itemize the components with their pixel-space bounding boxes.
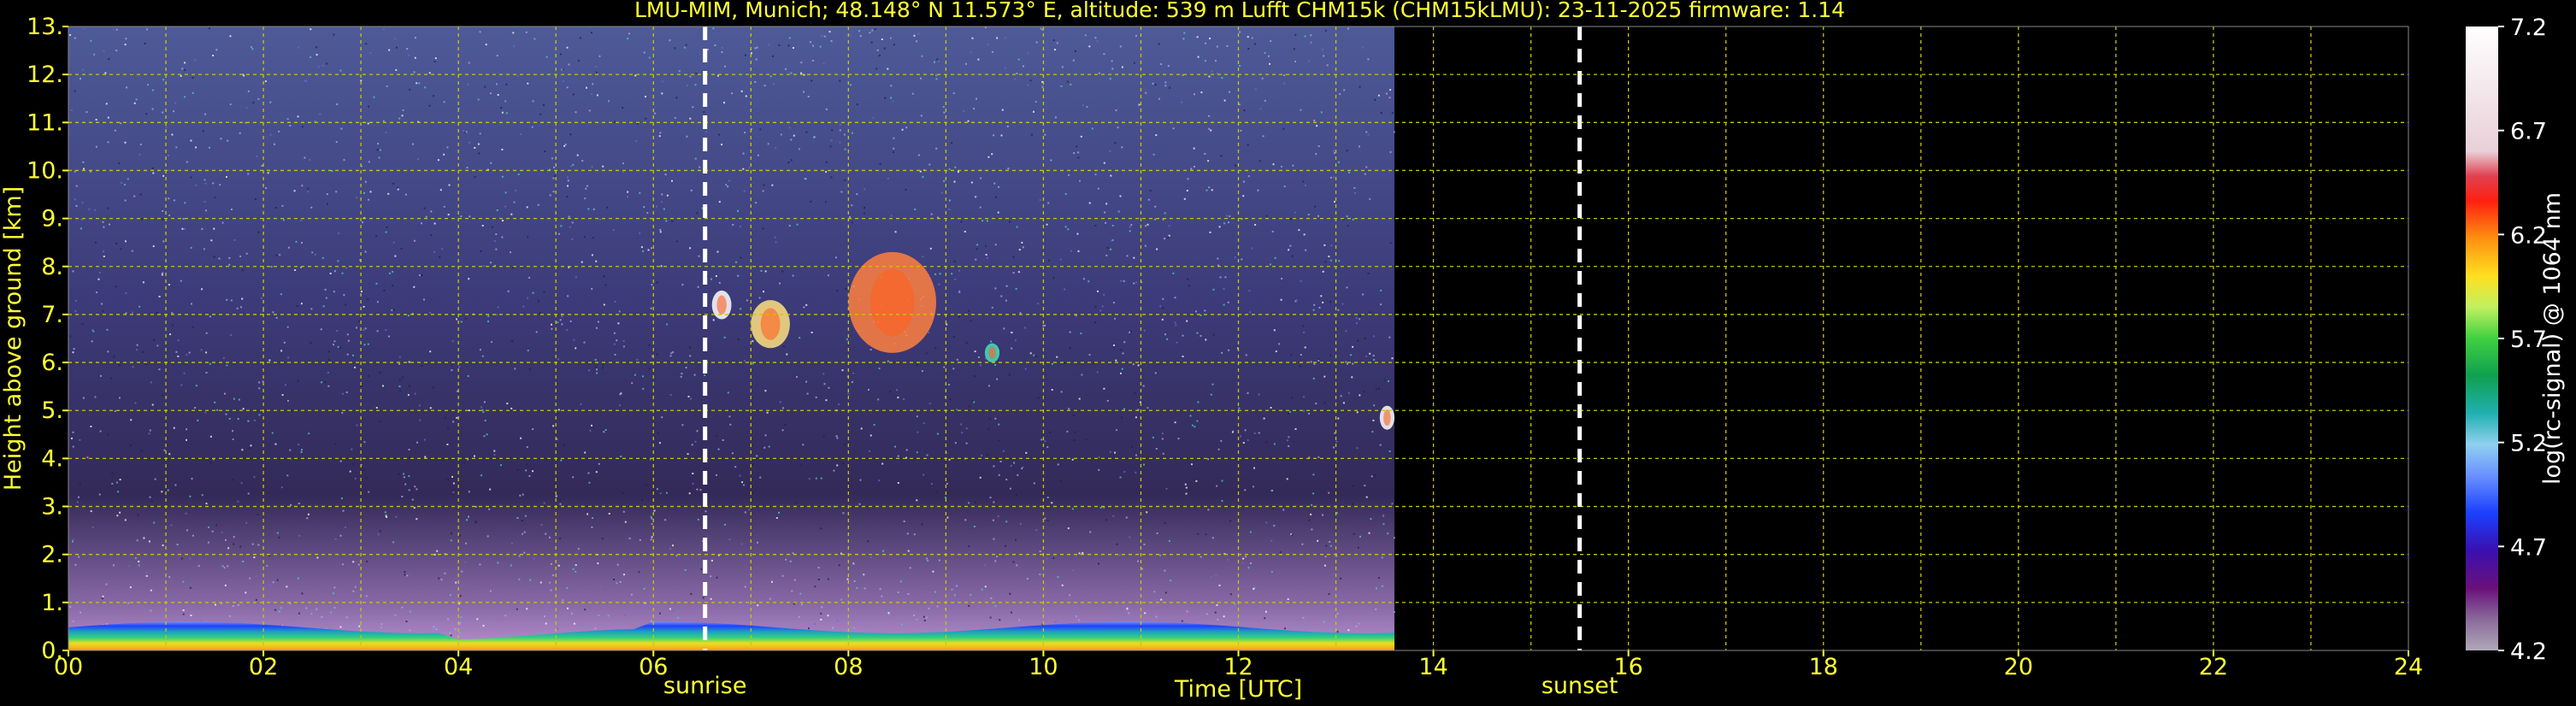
cloud-core [760, 308, 781, 340]
colorbar-tick-label: 6.7 [2510, 119, 2547, 145]
y-tick-label: 11. [27, 109, 63, 136]
y-tick-label: 2. [41, 542, 63, 568]
y-tick-label: 12. [27, 62, 63, 88]
y-tick-label: 6. [41, 350, 63, 376]
y-axis-label: Height above ground [km] [0, 186, 27, 491]
y-axis-ticks: 0. 1. 2. 3. 4. 5. 6. 7. 8. 9. 10. 11. 12. 13. [27, 14, 68, 664]
colorbar-label: log(rc-signal) @ 1064 nm [2539, 192, 2566, 485]
y-tick-label: 13. [27, 14, 63, 40]
y-tick-label: 7. [41, 302, 63, 328]
y-tick-label: 10. [27, 157, 63, 184]
colorbar-tick-label: 4.2 [2510, 638, 2547, 665]
x-tick-label: 08 [834, 654, 863, 680]
y-tick-label: 1. [41, 590, 63, 616]
y-tick-label: 0. [41, 638, 63, 664]
boundary-layer [68, 621, 1394, 650]
colorbar: 4.24.75.25.76.26.77.2 log(rc-signal) @ 1… [2466, 15, 2566, 665]
y-tick-label: 5. [41, 397, 63, 424]
x-axis-label: Time [UTC] [1174, 676, 1302, 703]
signal-noise-region [68, 26, 1394, 650]
y-tick-label: 3. [41, 494, 63, 521]
sunset-label: sunset [1541, 673, 1618, 699]
cloud-core [869, 268, 915, 337]
x-tick-label: 18 [1809, 654, 1838, 680]
cloud-core [1383, 409, 1391, 427]
y-tick-label: 4. [41, 445, 63, 472]
x-tick-label: 20 [2004, 654, 2033, 680]
x-tick-label: 10 [1029, 654, 1058, 680]
y-tick-label: 8. [41, 254, 63, 280]
sunrise-label: sunrise [663, 673, 747, 699]
x-tick-label: 06 [639, 654, 668, 680]
colorbar-tick-label: 4.7 [2510, 534, 2547, 561]
x-tick-label: 02 [249, 654, 278, 680]
cloud-core [716, 295, 727, 315]
colorbar-gradient [2466, 26, 2498, 650]
x-tick-label: 24 [2394, 654, 2423, 680]
chart-title: LMU-MIM, Munich; 48.148° N 11.573° E, al… [634, 0, 1845, 22]
ceilometer-chart: LMU-MIM, Munich; 48.148° N 11.573° E, al… [0, 0, 2566, 703]
plot-area: sunrise sunset [68, 26, 2409, 699]
x-tick-label: 16 [1613, 654, 1642, 680]
colorbar-tick-label: 7.2 [2510, 15, 2547, 41]
x-tick-label: 22 [2199, 654, 2228, 680]
x-tick-label: 14 [1418, 654, 1447, 680]
cloud-core [988, 346, 996, 360]
x-tick-label: 04 [444, 654, 473, 680]
y-tick-label: 9. [41, 206, 63, 232]
